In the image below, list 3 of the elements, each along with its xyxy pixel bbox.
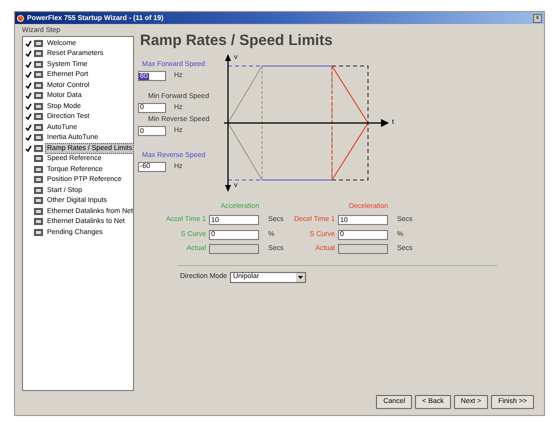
app-icon: [17, 14, 24, 22]
dropdown-arrow-icon: [296, 272, 306, 282]
page-title: Ramp Rates / Speed Limits: [140, 32, 334, 50]
